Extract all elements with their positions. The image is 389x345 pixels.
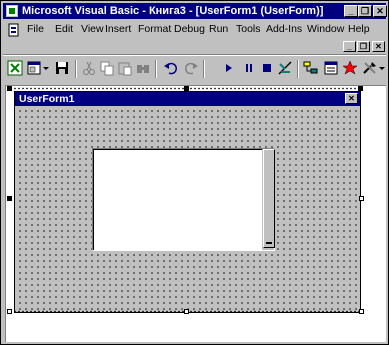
- save-icon[interactable]: [54, 60, 70, 76]
- toolbar-divider: [203, 60, 205, 78]
- menu-insert[interactable]: Insert: [105, 23, 131, 35]
- menu-debug[interactable]: Debug: [174, 23, 205, 35]
- document-icon[interactable]: [7, 23, 21, 37]
- menu-view[interactable]: View: [81, 23, 104, 35]
- toolbox-icon[interactable]: [362, 60, 378, 76]
- excel-icon[interactable]: [7, 60, 23, 76]
- project-explorer-icon[interactable]: [303, 60, 319, 76]
- run-icon[interactable]: [221, 60, 237, 76]
- close-button[interactable]: ✕: [373, 5, 387, 17]
- menu-help[interactable]: Help: [348, 23, 370, 35]
- insert-userform-icon[interactable]: [26, 60, 42, 76]
- properties-icon[interactable]: [323, 60, 339, 76]
- minimize-button[interactable]: _: [344, 5, 358, 17]
- resize-handle-middle-left: [7, 196, 12, 201]
- scrollbar-thumb[interactable]: [263, 149, 275, 248]
- listbox-control[interactable]: [92, 148, 275, 251]
- chevron-down-icon[interactable]: [42, 60, 50, 76]
- resize-grip-icon: [266, 242, 272, 244]
- vba-app-icon[interactable]: [6, 5, 18, 17]
- userform-designer[interactable]: UserForm1 ✕: [14, 91, 361, 313]
- mdi-close-button[interactable]: ✕: [372, 41, 385, 52]
- toolbar-divider: [75, 60, 77, 78]
- find-icon[interactable]: [135, 60, 151, 76]
- menu-bar: File Edit View Insert Format Debug Run T…: [3, 20, 386, 40]
- copy-icon[interactable]: [99, 60, 115, 76]
- reset-icon[interactable]: [259, 60, 275, 76]
- mdi-minimize-button[interactable]: _: [343, 41, 356, 52]
- resize-handle-middle-right[interactable]: [359, 196, 364, 201]
- menu-format[interactable]: Format: [138, 23, 171, 35]
- resize-handle-top-left: [7, 86, 12, 91]
- window-title: Microsoft Visual Basic - Книга3 - [UserF…: [22, 5, 324, 17]
- paste-icon[interactable]: [117, 60, 133, 76]
- title-bar[interactable]: Microsoft Visual Basic - Книга3 - [UserF…: [3, 3, 387, 19]
- resize-handle-top-right: [358, 86, 363, 91]
- toolbar-options-icon[interactable]: [378, 60, 386, 76]
- object-browser-icon[interactable]: [342, 60, 358, 76]
- undo-icon[interactable]: [163, 60, 179, 76]
- menu-addins[interactable]: Add-Ins: [266, 23, 302, 35]
- menu-file[interactable]: File: [27, 23, 44, 35]
- toolbar-divider: [297, 60, 299, 78]
- form-title: UserForm1 ✕: [15, 92, 360, 106]
- resize-handle-bottom-center[interactable]: [184, 309, 189, 314]
- cut-icon[interactable]: [81, 60, 97, 76]
- code-window-client: UserForm1 ✕: [5, 85, 386, 342]
- redo-icon[interactable]: [183, 60, 199, 76]
- menu-edit[interactable]: Edit: [55, 23, 73, 35]
- restore-button[interactable]: ❐: [358, 5, 372, 17]
- menu-run[interactable]: Run: [209, 23, 228, 35]
- resize-handle-top-center: [184, 86, 189, 91]
- listbox-scrollbar[interactable]: [262, 149, 275, 250]
- form-title-text: UserForm1: [19, 93, 75, 105]
- vba-editor-window: Microsoft Visual Basic - Книга3 - [UserF…: [0, 0, 389, 345]
- toolbar-divider: [155, 60, 157, 78]
- mdi-restore-button[interactable]: ❐: [357, 41, 370, 52]
- toolbar-separator: [3, 54, 386, 56]
- resize-handle-bottom-left: [7, 309, 12, 314]
- form-close-button[interactable]: ✕: [345, 93, 358, 104]
- break-icon[interactable]: [241, 60, 257, 76]
- menu-window[interactable]: Window: [307, 23, 344, 35]
- resize-handle-bottom-right[interactable]: [359, 309, 364, 314]
- menu-tools[interactable]: Tools: [236, 23, 261, 35]
- design-mode-icon[interactable]: [277, 60, 293, 76]
- standard-toolbar: [3, 57, 386, 81]
